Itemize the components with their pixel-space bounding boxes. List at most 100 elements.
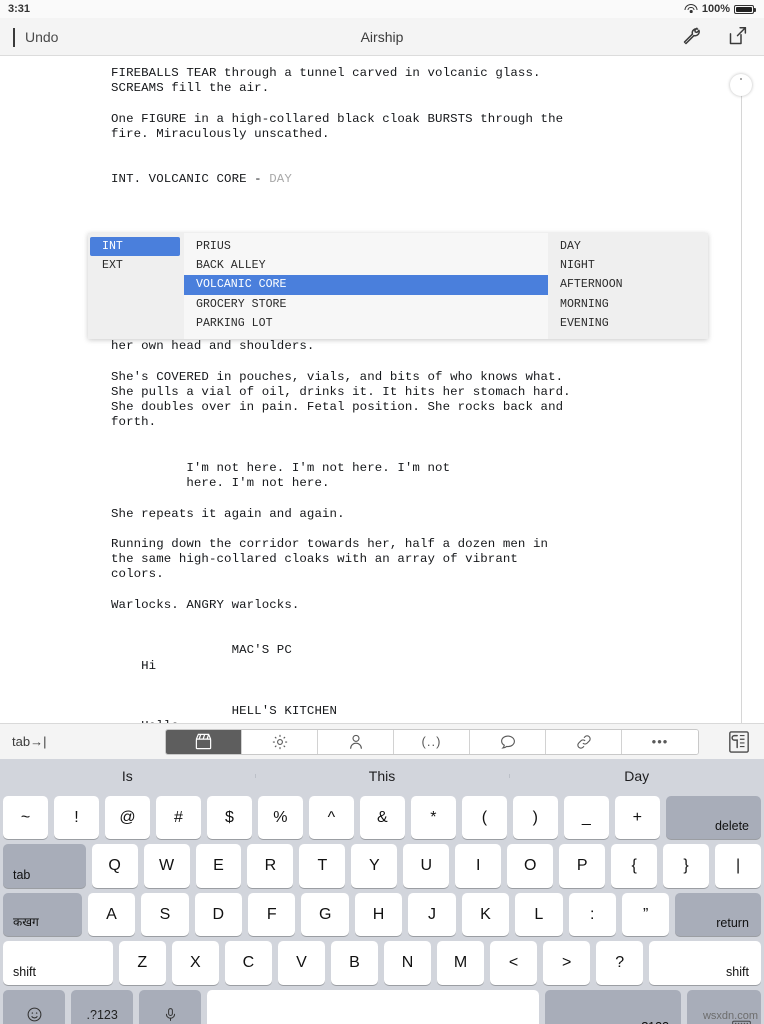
slugline-time[interactable]: DAY bbox=[269, 172, 292, 186]
script-line[interactable]: One FIGURE in a high-collared black cloa… bbox=[111, 112, 764, 127]
script-line[interactable] bbox=[111, 628, 764, 643]
keyboard-row-1[interactable]: ~! @ # $% ^ & *() _ + delete bbox=[3, 796, 762, 840]
dropdown-item-location[interactable]: BACK ALLEY bbox=[184, 256, 548, 275]
script-line[interactable] bbox=[111, 522, 764, 537]
key-shift-right[interactable]: shift bbox=[649, 941, 761, 985]
key-J[interactable]: J bbox=[408, 892, 456, 937]
key-$[interactable]: $ bbox=[206, 796, 252, 840]
key-+[interactable]: + bbox=[614, 796, 660, 840]
key-E[interactable]: E bbox=[195, 844, 242, 888]
toolbar-button-scene-heading[interactable] bbox=[166, 729, 242, 754]
script-line[interactable] bbox=[111, 491, 764, 506]
key-I[interactable]: I bbox=[455, 844, 502, 888]
script-page[interactable]: FIREBALLS TEAR through a tunnel carved i… bbox=[0, 56, 764, 723]
toolbar-button-more[interactable]: ••• bbox=[622, 729, 698, 754]
key-H[interactable]: H bbox=[354, 892, 403, 937]
key-language[interactable]: कखग bbox=[3, 892, 82, 937]
toolbar-button-character[interactable] bbox=[318, 729, 394, 754]
script-line[interactable]: her own head and shoulders. bbox=[111, 339, 764, 354]
keyboard-row-5[interactable]: .?123 .?123 bbox=[3, 989, 761, 1024]
key-space[interactable] bbox=[207, 989, 539, 1024]
element-type-segmented-control[interactable]: (..) ••• bbox=[165, 728, 699, 755]
key-”[interactable]: ” bbox=[621, 892, 670, 937]
dropdown-item-location[interactable]: VOLCANIC CORE bbox=[184, 275, 548, 295]
key-L[interactable]: L bbox=[515, 892, 563, 937]
key-*[interactable]: * bbox=[410, 796, 456, 840]
key-|[interactable]: | bbox=[715, 844, 761, 888]
key-<[interactable]: < bbox=[490, 941, 538, 985]
script-line[interactable] bbox=[111, 431, 764, 446]
script-line[interactable] bbox=[111, 355, 764, 370]
script-line[interactable] bbox=[111, 96, 764, 111]
script-text[interactable]: FIREBALLS TEAR through a tunnel carved i… bbox=[0, 66, 764, 723]
on-screen-keyboard[interactable]: ~! @ # $% ^ & *() _ + delete tab Q W E R T Y U I O P{} | कखग… bbox=[0, 793, 764, 1024]
scroll-thumb[interactable] bbox=[730, 74, 752, 96]
dropdown-item-intext[interactable]: EXT bbox=[88, 256, 184, 275]
document-area[interactable]: FIREBALLS TEAR through a tunnel carved i… bbox=[0, 56, 764, 723]
key-F[interactable]: F bbox=[248, 892, 296, 937]
share-export-icon[interactable] bbox=[724, 24, 750, 50]
script-line[interactable] bbox=[111, 674, 764, 689]
dropdown-item-location[interactable]: PARKING LOT bbox=[184, 314, 548, 333]
script-line[interactable] bbox=[111, 613, 764, 628]
key-N[interactable]: N bbox=[383, 941, 432, 985]
key-~[interactable]: ~ bbox=[3, 796, 48, 840]
script-line[interactable]: She's COVERED in pouches, vials, and bit… bbox=[111, 370, 764, 385]
key-delete[interactable]: delete bbox=[665, 796, 762, 840]
key-A[interactable]: A bbox=[87, 892, 136, 937]
dropdown-item-time[interactable]: DAY bbox=[548, 237, 708, 256]
key-S[interactable]: S bbox=[141, 892, 189, 937]
dropdown-column-locations[interactable]: PRIUS BACK ALLEY VOLCANIC CORE GROCERY STOR… bbox=[184, 233, 548, 339]
toolbar-button-dialogue[interactable] bbox=[470, 729, 546, 754]
key-#[interactable]: # bbox=[155, 796, 201, 840]
key-@[interactable]: @ bbox=[104, 796, 150, 840]
keyboard-row-2[interactable]: tab Q W E R T Y U I O P{} | bbox=[3, 844, 761, 888]
script-line[interactable]: INT. VOLCANIC CORE - DAY bbox=[111, 172, 764, 187]
suggestion-item[interactable]: Day bbox=[509, 768, 764, 784]
key-M[interactable]: M bbox=[437, 941, 485, 985]
script-line[interactable] bbox=[111, 203, 764, 218]
dropdown-item-time[interactable]: AFTERNOON bbox=[548, 275, 708, 294]
key-shift-left[interactable]: shift bbox=[3, 941, 113, 985]
key-?[interactable]: ? bbox=[596, 941, 644, 985]
dropdown-item-time[interactable]: MORNING bbox=[548, 295, 708, 314]
toolbar-button-action[interactable] bbox=[242, 729, 318, 754]
script-line[interactable]: She doubles over in pain. Fetal position… bbox=[111, 400, 764, 415]
paragraph-format-icon[interactable] bbox=[728, 730, 750, 754]
key-O[interactable]: O bbox=[507, 844, 554, 888]
script-line[interactable]: the same high-collared cloaks with an ar… bbox=[111, 552, 764, 567]
key-V[interactable]: V bbox=[277, 941, 325, 985]
back-button[interactable] bbox=[10, 27, 15, 47]
key-C[interactable]: C bbox=[224, 941, 272, 985]
script-line[interactable] bbox=[111, 583, 764, 598]
key-)[interactable]: ) bbox=[512, 796, 558, 840]
key->[interactable]: > bbox=[543, 941, 591, 985]
dropdown-item-intext[interactable]: INT bbox=[90, 237, 180, 257]
toolbar-button-transition[interactable] bbox=[546, 729, 622, 754]
suggestion-item[interactable]: This bbox=[254, 768, 510, 784]
key-R[interactable]: R bbox=[247, 844, 294, 888]
key-U[interactable]: U bbox=[403, 844, 450, 888]
key-D[interactable]: D bbox=[194, 892, 243, 937]
dropdown-item-location[interactable]: PRIUS bbox=[184, 237, 548, 256]
key-G[interactable]: G bbox=[301, 892, 349, 937]
key-return[interactable]: return bbox=[675, 892, 761, 937]
script-line[interactable]: forth. bbox=[111, 415, 764, 430]
script-line[interactable]: Hi bbox=[111, 659, 764, 674]
key-}[interactable]: } bbox=[663, 844, 710, 888]
key-tab[interactable]: tab bbox=[3, 844, 86, 888]
key-B[interactable]: B bbox=[330, 941, 378, 985]
dropdown-item-time[interactable]: EVENING bbox=[548, 314, 708, 333]
key-Y[interactable]: Y bbox=[351, 844, 398, 888]
script-line[interactable]: Running down the corridor towards her, h… bbox=[111, 537, 764, 552]
undo-button[interactable]: Undo bbox=[25, 29, 58, 45]
key-P[interactable]: P bbox=[559, 844, 606, 888]
script-line[interactable]: I'm not here. I'm not here. I'm not bbox=[111, 461, 764, 476]
key-emoji[interactable] bbox=[3, 989, 66, 1024]
script-line[interactable]: MAC'S PC bbox=[111, 643, 764, 658]
script-line[interactable]: She repeats it again and again. bbox=[111, 507, 764, 522]
script-line[interactable] bbox=[111, 446, 764, 461]
script-line[interactable]: HELL'S KITCHEN bbox=[111, 704, 764, 719]
script-line[interactable] bbox=[111, 188, 764, 203]
key-W[interactable]: W bbox=[143, 844, 190, 888]
